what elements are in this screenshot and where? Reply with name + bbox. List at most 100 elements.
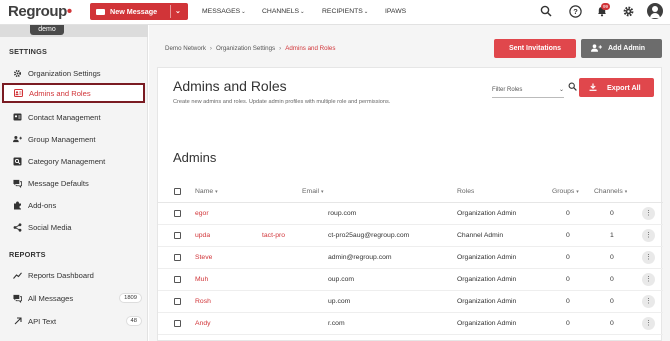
search-icon[interactable] [568,82,577,93]
row-checkbox[interactable] [174,210,181,217]
admin-role: Organization Admin [457,276,517,283]
nav-channels-label: CHANNELS [262,8,300,15]
sidebar-item-all-messages[interactable]: All Messages 1809 [0,288,148,308]
export-all-button[interactable]: Export All [579,78,654,97]
sort-icon: ▾ [624,189,628,195]
contact-card-icon [13,113,22,122]
sidebar-item-label: Contact Management [28,112,101,122]
column-name[interactable]: Name ▾ [195,188,218,195]
nav-ipaws[interactable]: IPAWS [385,8,406,15]
column-roles: Roles [457,188,475,195]
row-menu-icon[interactable]: ⋮ [642,273,655,286]
button-divider [170,5,171,18]
nav-ipaws-label: IPAWS [385,8,407,15]
column-channels[interactable]: Channels ▾ [594,188,627,195]
admin-name-link[interactable]: Muh [195,276,208,283]
chevron-down-icon: ⌄ [558,87,564,93]
sidebar-item-admins-and-roles[interactable]: Admins and Roles [2,83,145,103]
export-all-label: Export All [607,83,641,92]
admin-name-link[interactable]: Steve [195,254,212,261]
row-checkbox[interactable] [174,254,181,261]
chevron-down-icon: ⌄ [363,9,369,15]
admin-name-link[interactable]: upda [195,232,210,239]
new-message-button[interactable]: New Message ⌄ [90,3,188,20]
notification-badge: 99 [601,3,610,10]
sidebar-item-label: Reports Dashboard [28,270,94,280]
row-menu-icon[interactable]: ⋮ [642,317,655,330]
admins-card: Admins and Roles Create new admins and r… [157,67,663,341]
admin-role: Organization Admin [457,254,517,261]
admin-role: Organization Admin [457,320,517,327]
add-admin-button[interactable]: Add Admin [581,39,662,58]
admin-groups: 0 [566,320,570,327]
sidebar-item-add-ons[interactable]: Add-ons [0,195,148,215]
admin-email: oup.com [328,276,355,283]
chevron-down-icon: ⌄ [300,9,305,15]
sidebar-item-contact-management[interactable]: Contact Management [0,107,148,127]
admin-email: up.com [328,298,351,305]
settings-heading: SETTINGS [9,47,48,56]
logo-text: Regroup [8,3,67,20]
table-row: Rosh up.com Organization Admin 0 0 ⋮ [158,291,663,313]
chevron-down-icon[interactable]: ⌄ [175,7,181,15]
admin-name-link[interactable]: Rosh [195,298,211,305]
sidebar-item-reports-dashboard[interactable]: Reports Dashboard [0,265,148,285]
row-checkbox[interactable] [174,232,181,239]
chevron-down-icon: ⌄ [241,9,246,15]
filter-roles-select[interactable]: Filter Roles ⌄ [492,82,564,98]
admin-name-fragment[interactable]: tact-pro [262,232,285,239]
admin-channels: 1 [610,232,614,239]
column-email[interactable]: Email ▾ [302,188,324,195]
sidebar-item-category-management[interactable]: Category Management [0,151,148,171]
admin-channels: 0 [610,298,614,305]
sidebar-item-organization-settings[interactable]: Organization Settings [0,63,148,83]
new-message-label: New Message [110,7,158,16]
top-bar: Regroup• New Message ⌄ MESSAGES⌄ CHANNEL… [0,0,670,25]
sidebar-item-api-text[interactable]: API Text 48 [0,311,148,331]
row-checkbox[interactable] [174,320,181,327]
breadcrumb-item[interactable]: Demo Network [165,45,206,52]
admin-groups: 0 [566,210,570,217]
column-groups[interactable]: Groups ▾ [552,188,579,195]
breadcrumb-separator: › [279,45,282,52]
sent-invitations-button[interactable]: Sent Invitations [494,39,576,58]
help-icon[interactable]: ? [568,4,582,18]
admin-name-link[interactable]: Andy [195,320,211,327]
nav-messages[interactable]: MESSAGES⌄ [202,8,246,15]
row-menu-icon[interactable]: ⋮ [642,295,655,308]
regroup-logo[interactable]: Regroup• [8,3,72,20]
breadcrumb-separator: › [209,45,212,52]
nav-messages-label: MESSAGES [202,8,241,15]
column-label: Channels [594,188,623,195]
messages-icon [13,294,22,303]
sidebar-item-social-media[interactable]: Social Media [0,217,148,237]
row-checkbox[interactable] [174,298,181,305]
sort-icon: ▾ [576,189,579,195]
row-checkbox[interactable] [174,276,181,283]
count-badge: 48 [125,316,142,326]
row-menu-icon[interactable]: ⋮ [642,207,655,220]
sidebar-item-group-management[interactable]: Group Management [0,129,148,149]
admin-channels: 0 [610,320,614,327]
account-label[interactable]: demo [30,25,64,35]
download-icon [589,83,597,93]
messages-icon [13,179,22,188]
row-menu-icon[interactable]: ⋮ [642,251,655,264]
logo-mark: • [66,3,72,20]
nav-channels[interactable]: CHANNELS⌄ [262,8,305,15]
select-all-checkbox[interactable] [174,188,181,195]
nav-recipients-label: RECIPIENTS [322,8,363,15]
admin-name-link[interactable]: egor [195,210,209,217]
search-icon[interactable] [539,4,553,18]
admins-section-title: Admins [173,150,217,165]
page-title: Admins and Roles [173,78,287,94]
column-label: Email [302,188,319,195]
user-avatar-icon[interactable] [647,3,663,19]
sort-icon: ▾ [215,189,218,195]
nav-recipients[interactable]: RECIPIENTS⌄ [322,8,368,15]
gear-icon[interactable] [621,4,635,18]
row-menu-icon[interactable]: ⋮ [642,229,655,242]
table-row: Muh oup.com Organization Admin 0 0 ⋮ [158,269,663,291]
breadcrumb-item[interactable]: Organization Settings [216,45,275,52]
sidebar-item-message-defaults[interactable]: Message Defaults [0,173,148,193]
